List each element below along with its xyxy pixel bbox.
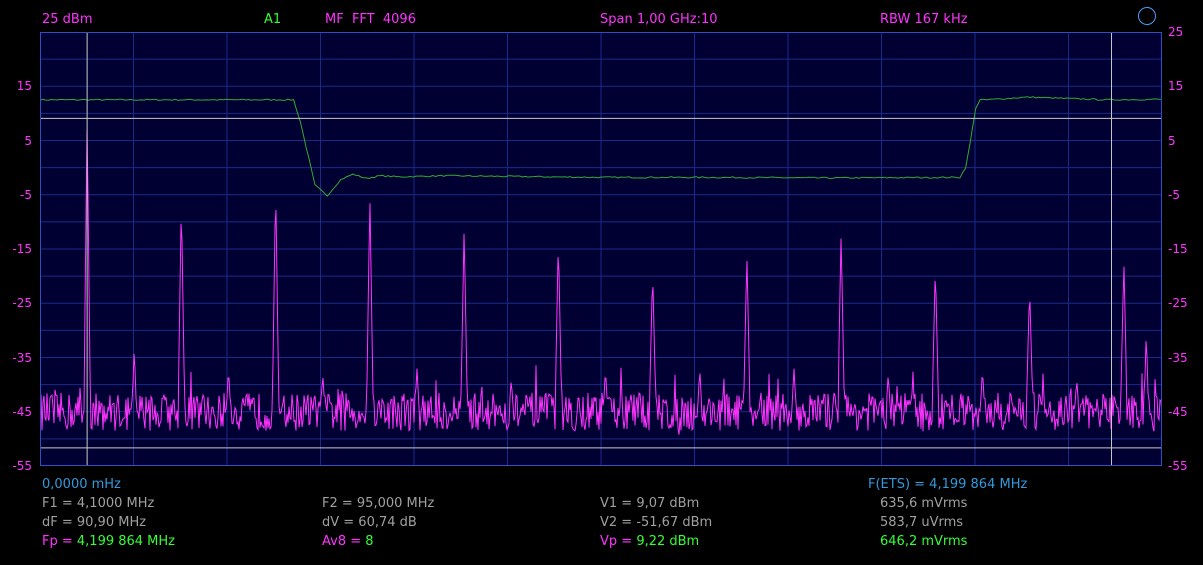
f2-readout: F2 = 95,000 MHz (322, 496, 435, 511)
y-tick-label-right: -5 (1168, 187, 1180, 202)
y-tick-label-left: -45 (12, 404, 32, 419)
rbw-label: RBW 167 kHz (880, 12, 968, 27)
y-tick-label-left: 15 (16, 79, 32, 94)
y-tick-label-right: -45 (1168, 404, 1188, 419)
y-tick-label-left: -35 (12, 350, 32, 365)
y-tick-label-right: -25 (1168, 296, 1188, 311)
vp-linear-readout: 646,2 mVrms (880, 534, 968, 549)
fp-label-readout: Fp = 4,199 864 MHz (42, 534, 175, 550)
fets-readout: F(ETS) = 4,199 864 MHz (868, 477, 1028, 492)
v1-linear-readout: 635,6 mVrms (880, 496, 968, 511)
y-tick-label-left: -25 (12, 296, 32, 311)
y-tick-label-left: -15 (12, 242, 32, 256)
y-tick-label-right: -55 (1168, 459, 1188, 473)
v2-linear-readout: 583,7 uVrms (880, 515, 964, 530)
df-readout: dF = 90,90 MHz (42, 515, 147, 530)
f1-readout: F1 = 4,1000 MHz (42, 496, 155, 511)
origin-frequency: 0,0000 mHz (42, 477, 121, 492)
y-tick-label-right: 15 (1168, 79, 1184, 94)
y-tick-label-right: 5 (1168, 133, 1176, 148)
channel-label: A1 (264, 12, 282, 27)
fft-mode-label: MF FFT 4096 (325, 12, 416, 27)
y-tick-label-right: -35 (1168, 350, 1188, 365)
ref-level-label: 25 dBm (42, 12, 93, 27)
spectrum-plot[interactable] (40, 32, 1162, 466)
v1-readout: V1 = 9,07 dBm (600, 496, 700, 511)
y-tick-label-right: 25 (1168, 25, 1184, 39)
v2-readout: V2 = -51,67 dBm (600, 515, 713, 530)
vp-readout: Vp = 9,22 dBm (600, 534, 700, 549)
y-tick-label-left: -5 (20, 187, 32, 202)
y-tick-label-left: -55 (12, 459, 32, 473)
dv-readout: dV = 60,74 dB (322, 515, 417, 530)
span-label: Span 1,00 GHz:10 (600, 12, 718, 27)
status-circle-icon[interactable] (1138, 7, 1156, 25)
y-tick-label-left: 5 (24, 133, 32, 148)
av-readout: Av8 = 8 (322, 534, 374, 549)
fp-readout: Fp = 4,199 864 MHz (42, 534, 175, 549)
y-tick-label-right: -15 (1168, 242, 1188, 256)
